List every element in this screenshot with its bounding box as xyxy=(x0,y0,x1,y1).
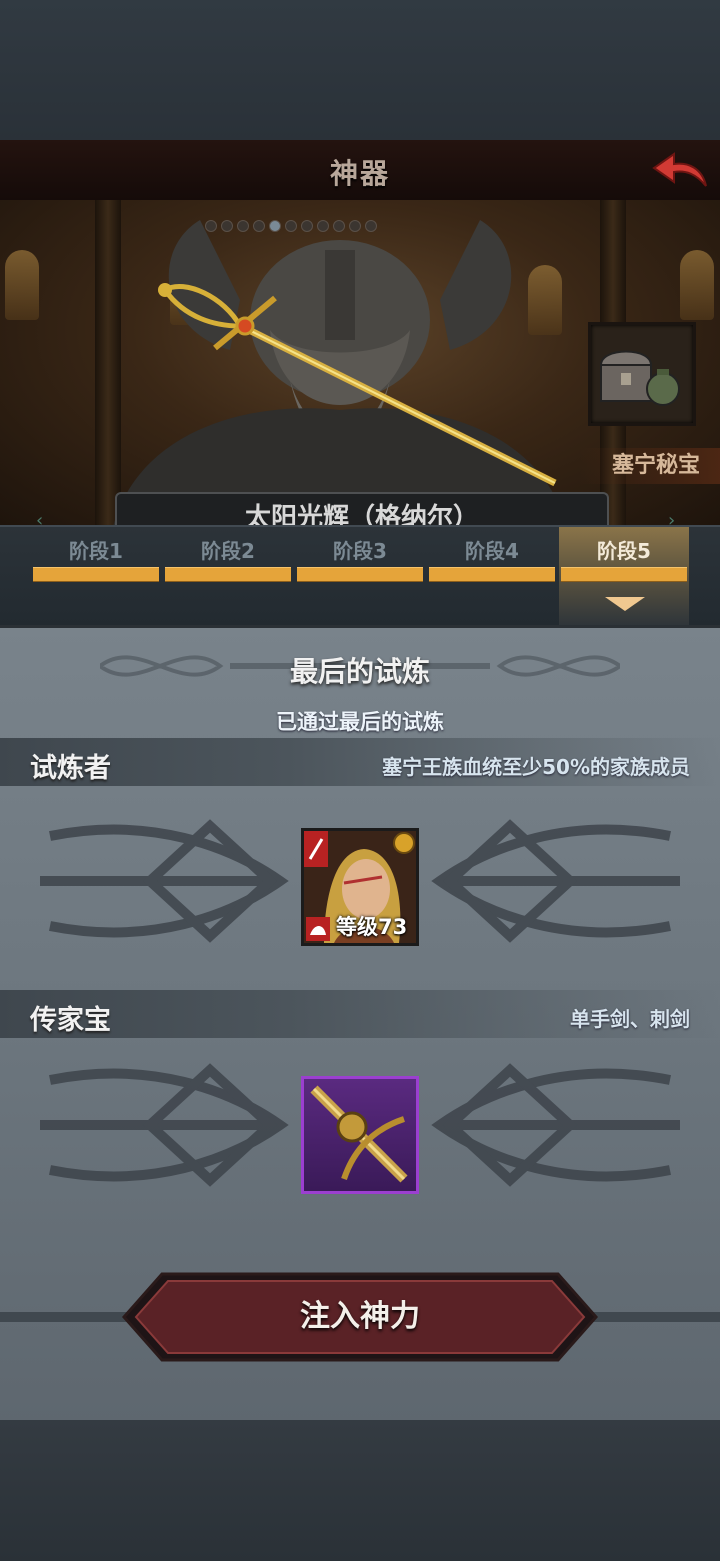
window xyxy=(5,250,39,320)
stage-progress xyxy=(429,567,555,582)
stage-progress xyxy=(165,567,291,582)
challenger-section-header: 试炼者 塞宁王族血统至少50%的家族成员 xyxy=(0,738,720,786)
prev-arrow-icon[interactable]: ‹ xyxy=(36,510,43,525)
next-arrow-icon[interactable]: › xyxy=(668,510,675,525)
hero-level: 等级73 xyxy=(336,915,408,939)
stage-progress xyxy=(561,567,687,582)
treasure-chest-icon xyxy=(599,350,680,406)
pager-dots xyxy=(205,220,377,232)
artifact-name: 太阳光辉（格纳尔） xyxy=(115,492,609,525)
treasure-chest-button[interactable] xyxy=(588,322,696,426)
heirloom-slot[interactable] xyxy=(301,1076,419,1194)
pager-dot-active xyxy=(269,220,281,232)
pager-dot xyxy=(221,220,233,232)
inject-power-button[interactable]: 注入神力 xyxy=(121,1272,599,1362)
trial-status: 已通过最后的试炼 xyxy=(276,710,444,734)
rank-emblem-icon xyxy=(393,832,415,854)
page-title: 神器 xyxy=(329,157,390,190)
stage-tab-4[interactable]: 阶段4 xyxy=(427,527,557,627)
back-arrow-icon[interactable] xyxy=(650,146,710,194)
stage-label: 阶段1 xyxy=(69,539,123,563)
inject-power-label: 注入神力 xyxy=(300,1299,420,1334)
pager-dot xyxy=(365,220,377,232)
sword-illustration xyxy=(158,283,557,487)
section-requirement: 塞宁王族血统至少50%的家族成员 xyxy=(382,755,690,779)
chest-label: 塞宁秘宝 xyxy=(580,448,720,484)
stage-label: 阶段5 xyxy=(597,539,651,563)
status-area xyxy=(0,0,720,140)
stage-tab-1[interactable]: 阶段1 xyxy=(31,527,161,627)
stage-tab-2[interactable]: 阶段2 xyxy=(163,527,293,627)
artifact-showcase: 塞宁秘宝 太阳光辉（格纳尔） ‹ › xyxy=(0,200,720,525)
stage-tab-3[interactable]: 阶段3 xyxy=(295,527,425,627)
bottom-area xyxy=(0,1420,720,1561)
section-title: 试炼者 xyxy=(30,753,111,784)
heirloom-section-header: 传家宝 单手剑、刺剑 xyxy=(0,990,720,1038)
stage-label: 阶段4 xyxy=(465,539,519,563)
stage-tab-5[interactable]: 阶段5 xyxy=(559,527,689,627)
pager-dot xyxy=(237,220,249,232)
rapier-icon xyxy=(310,1085,408,1183)
trial-title: 最后的试炼 xyxy=(289,655,430,688)
stage-label: 阶段2 xyxy=(201,539,255,563)
pager-dot xyxy=(205,220,217,232)
stage-progress xyxy=(33,567,159,582)
stage-label: 阶段3 xyxy=(333,539,387,563)
pager-dot xyxy=(253,220,265,232)
section-title: 传家宝 xyxy=(30,1005,111,1036)
pager-dot xyxy=(317,220,329,232)
section-requirement: 单手剑、刺剑 xyxy=(570,1007,690,1031)
window xyxy=(680,250,714,320)
pager-dot xyxy=(285,220,297,232)
stage-selector: 阶段1 阶段2 阶段3 阶段4 阶段5 xyxy=(0,525,720,627)
challenger-slot[interactable]: 等级73 xyxy=(301,828,419,946)
title-bar: 神器 xyxy=(0,140,720,202)
stage-progress xyxy=(297,567,423,582)
pager-dot xyxy=(301,220,313,232)
pager-dot xyxy=(349,220,361,232)
selected-stage-indicator-icon xyxy=(605,597,645,611)
pager-dot xyxy=(333,220,345,232)
